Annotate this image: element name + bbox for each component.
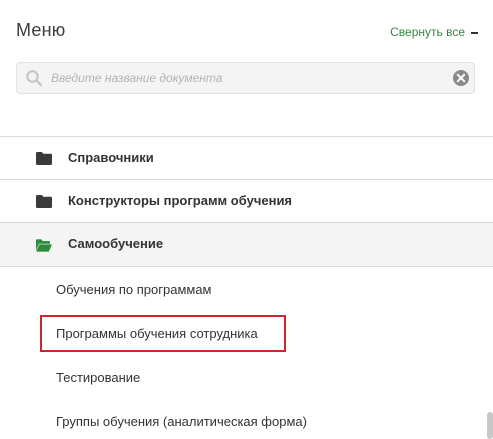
minus-icon	[471, 31, 478, 34]
subitem-testing[interactable]: Тестирование	[56, 370, 140, 385]
subitem-trainings-by-programs[interactable]: Обучения по программам	[56, 282, 212, 297]
section-program-builders[interactable]: Конструкторы программ обучения	[0, 180, 493, 223]
section-self-learning[interactable]: Самообучение	[0, 223, 493, 267]
clear-icon[interactable]	[452, 69, 470, 87]
folder-open-icon	[36, 239, 52, 252]
menu-title: Меню	[16, 20, 66, 40]
folder-icon	[36, 195, 52, 208]
collapse-all-button[interactable]: Свернуть все	[390, 25, 478, 39]
search-box	[16, 62, 475, 94]
subitem-training-groups[interactable]: Группы обучения (аналитическая форма)	[56, 414, 307, 429]
section-label: Конструкторы программ обучения	[68, 193, 293, 208]
section-reference-books[interactable]: Справочники	[0, 137, 493, 180]
section-label: Справочники	[68, 150, 154, 165]
search-icon	[26, 70, 43, 87]
collapse-all-label: Свернуть все	[390, 25, 465, 39]
scrollbar-thumb[interactable]	[487, 412, 493, 439]
search-input[interactable]	[51, 63, 451, 93]
menu-header: Меню Свернуть все	[0, 0, 493, 60]
section-label: Самообучение	[68, 236, 164, 251]
folder-icon	[36, 152, 52, 165]
subitem-employee-training-programs[interactable]: Программы обучения сотрудника	[56, 326, 258, 341]
